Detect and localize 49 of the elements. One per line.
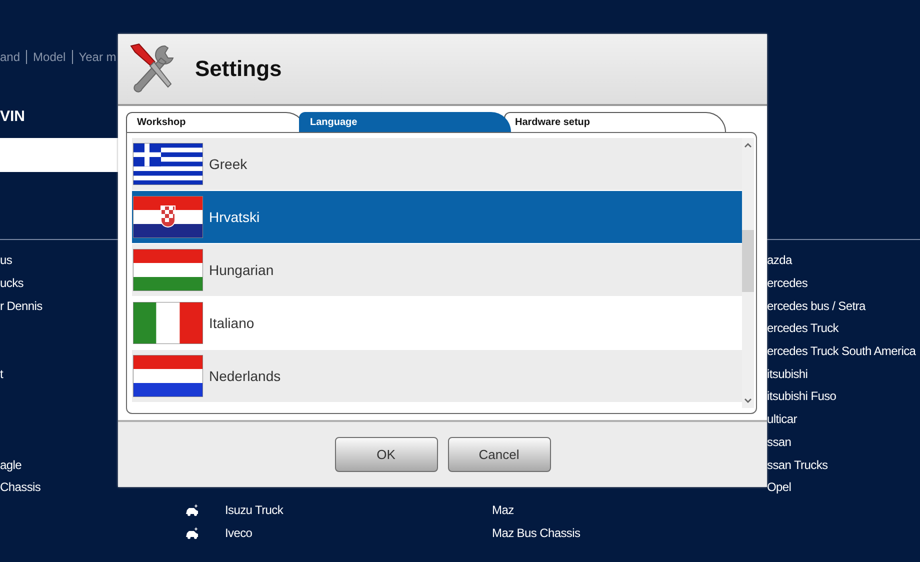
scrollbar[interactable] [742, 138, 754, 408]
brand-list-item[interactable]: r Dennis [0, 298, 42, 313]
brand-list-item[interactable]: ercedes bus / Setra [767, 298, 866, 313]
brand-list-item[interactable]: Maz Bus Chassis [492, 526, 580, 540]
brand-list-item[interactable]: itsubishi [767, 366, 808, 381]
brand-list-item[interactable]: ercedes [767, 276, 808, 290]
dialog-title: Settings [195, 56, 282, 82]
brand-list-item[interactable]: Isuzu Truck [225, 503, 284, 518]
brand-list-item[interactable]: Maz [492, 503, 514, 518]
breadcrumb-item[interactable]: Model [26, 50, 72, 64]
tab[interactable]: Hardware setup [504, 112, 726, 132]
language-name: Hungarian [209, 262, 274, 278]
language-item[interactable]: Greek [132, 138, 742, 191]
scroll-up-icon [744, 142, 752, 148]
flag-icon [133, 249, 203, 291]
brand-list-item[interactable]: agle [0, 458, 22, 472]
brand-list-item[interactable]: ssan Trucks [767, 458, 828, 472]
flag-icon [133, 355, 203, 397]
vin-label: VIN [0, 107, 26, 127]
scroll-thumb[interactable] [742, 230, 754, 292]
brand-list-item[interactable]: ucks [0, 276, 24, 290]
brand-list-item[interactable]: Opel [767, 480, 792, 494]
brand-list-item[interactable]: Iveco [225, 526, 252, 540]
language-item[interactable]: Hungarian [132, 244, 742, 297]
language-item[interactable]: Hrvatski [132, 191, 742, 244]
scroll-down-icon [744, 398, 752, 404]
flag-icon [133, 143, 203, 185]
breadcrumb-item[interactable]: and [0, 50, 26, 64]
brand-list-item[interactable]: ercedes Truck South America [767, 344, 916, 358]
brand-list-item[interactable]: ulticar [767, 412, 797, 426]
brand-list-item[interactable]: Chassis [0, 480, 41, 494]
language-name: Italiano [209, 315, 254, 331]
dialog-button[interactable]: OK [334, 437, 438, 472]
flag-icon [133, 196, 203, 238]
brand-list-item[interactable]: itsubishi Fuso [767, 389, 836, 404]
language-item[interactable]: Nederlands [132, 350, 742, 403]
dialog-button[interactable]: Cancel [448, 437, 550, 472]
language-name: Greek [209, 156, 248, 172]
language-name: Nederlands [209, 368, 281, 384]
brand-list-item[interactable]: ssan [767, 434, 792, 449]
language-name: Hrvatski [209, 209, 260, 225]
brand-list-item[interactable]: azda [767, 253, 792, 268]
brand-list-item[interactable]: t [0, 366, 4, 381]
brand-list-item[interactable]: us [0, 253, 12, 268]
brand-list-item[interactable]: ercedes Truck [767, 321, 838, 336]
flag-icon [133, 302, 203, 344]
car-icon [185, 504, 199, 516]
tab[interactable]: Language [299, 112, 511, 132]
car-icon [185, 526, 199, 539]
